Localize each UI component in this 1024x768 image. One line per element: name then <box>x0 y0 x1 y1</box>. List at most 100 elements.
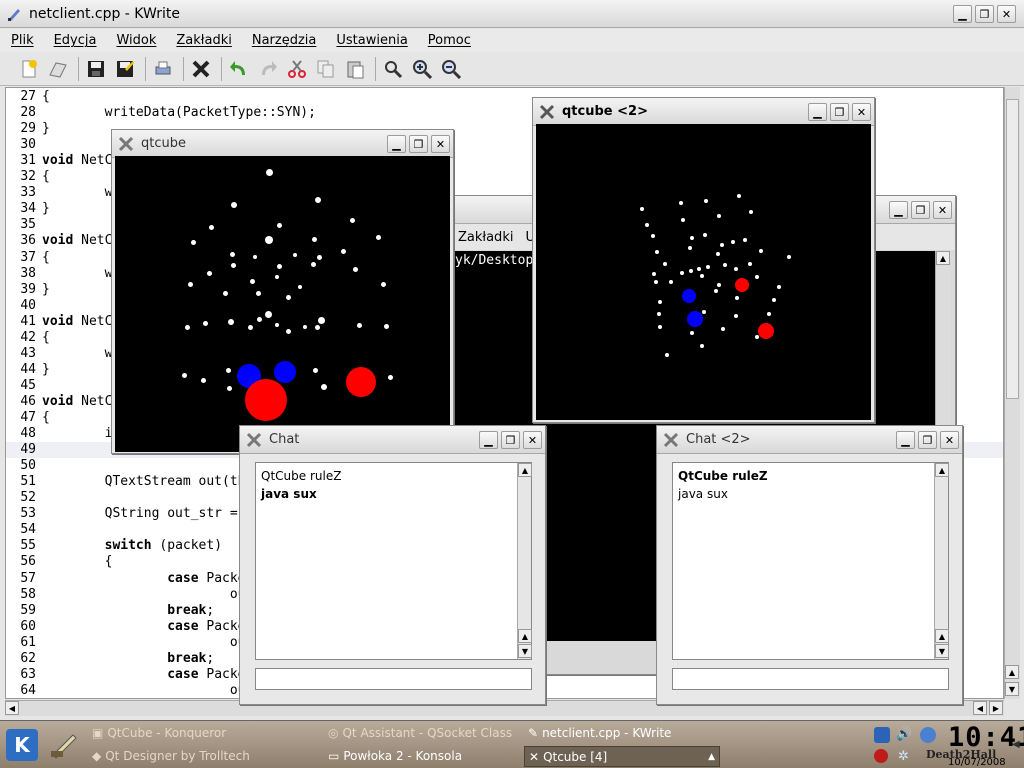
code-line: ou <box>42 586 246 602</box>
code-line: case Packe <box>167 666 246 682</box>
kwrite-titlebar[interactable]: netclient.cpp - KWrite ▁ ❐ ✕ <box>0 0 1024 28</box>
menu-plik[interactable]: Plik <box>11 33 34 48</box>
task-konsole[interactable]: ▭ Powłoka 2 - Konsola <box>328 749 462 763</box>
star-point <box>734 314 738 318</box>
kde-menu-icon[interactable]: K <box>6 729 38 761</box>
close-doc-icon[interactable] <box>188 56 214 82</box>
menu-edycja[interactable]: Edycja <box>54 33 97 48</box>
code-line: ou <box>42 634 246 650</box>
star-point <box>225 367 231 373</box>
qtcube-canvas[interactable] <box>115 156 450 452</box>
chat-scrollbar[interactable]: ▲ ▲ ▼ <box>934 463 949 659</box>
task-qtcube-group[interactable]: ✕ Qtcube [4] ▲ <box>524 746 720 767</box>
red-ball <box>346 367 376 397</box>
zoom-out-icon[interactable] <box>438 56 464 82</box>
star-point <box>293 253 297 257</box>
close-icon[interactable]: ✕ <box>523 431 542 449</box>
task-qt-designer[interactable]: ◆ Qt Designer by Trolltech <box>92 749 250 763</box>
chat-titlebar[interactable]: Chat ▁ ❐ ✕ <box>240 426 545 454</box>
star-point <box>721 327 725 331</box>
print-icon[interactable] <box>150 56 176 82</box>
find-replace-icon[interactable] <box>380 56 406 82</box>
task-konqueror[interactable]: ▣ QtCube - Konqueror <box>92 726 226 740</box>
code-line: void NetCl <box>42 393 121 409</box>
close-icon[interactable]: ✕ <box>997 5 1016 23</box>
qtcube-titlebar[interactable]: qtcube ▁ ❐ ✕ <box>112 130 453 158</box>
menu-pomoc[interactable]: Pomoc <box>428 33 471 48</box>
scroll-up-arrow-icon[interactable]: ▲ <box>936 251 950 265</box>
settings-icon[interactable]: ✲ <box>898 749 909 764</box>
save-as-icon[interactable] <box>112 56 138 82</box>
chat-scrollbar[interactable]: ▲ ▲ ▼ <box>517 463 532 659</box>
volume-icon[interactable]: 🔊 <box>896 727 912 743</box>
open-file-icon[interactable] <box>45 56 71 82</box>
qtcube-2-canvas[interactable] <box>536 124 871 420</box>
chat-history[interactable]: QtCube ruleZ java sux ▲ ▲ ▼ <box>255 462 532 660</box>
maximize-icon[interactable]: ❐ <box>975 5 994 23</box>
menu-narzedzia[interactable]: Narzędzia <box>252 33 317 48</box>
chat-2-titlebar[interactable]: Chat <2> ▁ ❐ ✕ <box>657 426 962 454</box>
save-icon[interactable] <box>83 56 109 82</box>
power-icon[interactable] <box>874 749 888 763</box>
scroll-left-arrow-icon[interactable]: ◀ <box>973 701 987 715</box>
scroll-up-arrow-icon[interactable]: ▲ <box>518 629 532 643</box>
menu-widok[interactable]: Widok <box>116 33 156 48</box>
minimize-icon[interactable]: ▁ <box>808 103 827 121</box>
close-icon[interactable]: ✕ <box>940 431 959 449</box>
maximize-icon[interactable]: ❐ <box>911 201 930 219</box>
editor-vertical-scrollbar[interactable]: ▲ ▼ <box>1004 87 1020 699</box>
desktop-icon[interactable] <box>46 729 82 761</box>
menu-ustawienia[interactable]: Ustawienia <box>336 33 407 48</box>
red-ball <box>245 379 287 421</box>
scroll-down-arrow-icon[interactable]: ▼ <box>935 644 949 658</box>
task-qt-assistant[interactable]: ◎ Qt Assistant - QSocket Class <box>328 726 512 740</box>
star-point <box>275 323 279 327</box>
paste-icon[interactable] <box>342 56 368 82</box>
scroll-down-arrow-icon[interactable]: ▼ <box>518 644 532 658</box>
copy-icon[interactable] <box>313 56 339 82</box>
taskbar-arrow-icon[interactable]: ◀ <box>1012 739 1020 750</box>
scroll-down-arrow-icon[interactable]: ▼ <box>1005 682 1019 696</box>
star-point <box>247 324 253 330</box>
red-ball <box>758 323 774 339</box>
maximize-icon[interactable]: ❐ <box>409 135 428 153</box>
scroll-up-arrow-icon[interactable]: ▲ <box>935 629 949 643</box>
menu-zakladki[interactable]: Zakładki <box>458 230 513 245</box>
task-kwrite[interactable]: ✎ netclient.cpp - KWrite <box>528 726 671 740</box>
line-number: 42 <box>20 329 36 345</box>
scroll-up-arrow-icon[interactable]: ▲ <box>1005 665 1019 679</box>
klipper-icon[interactable] <box>874 727 890 743</box>
chat-input[interactable] <box>672 668 949 690</box>
chat-history[interactable]: QtCube ruleZ java sux ▲ ▲ ▼ <box>672 462 949 660</box>
menu-zakladki[interactable]: Zakładki <box>176 33 231 48</box>
minimize-icon[interactable]: ▁ <box>479 431 498 449</box>
minimize-icon[interactable]: ▁ <box>889 201 908 219</box>
star-point <box>655 250 659 254</box>
chat-input[interactable] <box>255 668 532 690</box>
star-point <box>317 316 325 324</box>
minimize-icon[interactable]: ▁ <box>896 431 915 449</box>
maximize-icon[interactable]: ❐ <box>830 103 849 121</box>
scroll-up-arrow-icon[interactable]: ▲ <box>935 463 949 477</box>
line-number: 61 <box>20 634 36 650</box>
qtcube-2-titlebar[interactable]: qtcube <2> ▁ ❐ ✕ <box>533 98 874 126</box>
scroll-up-arrow-icon[interactable]: ▲ <box>518 463 532 477</box>
close-icon[interactable]: ✕ <box>431 135 450 153</box>
close-icon[interactable]: ✕ <box>933 201 952 219</box>
undo-icon[interactable] <box>226 56 252 82</box>
redo-icon[interactable] <box>255 56 281 82</box>
star-point <box>298 285 302 289</box>
close-icon[interactable]: ✕ <box>852 103 871 121</box>
maximize-icon[interactable]: ❐ <box>501 431 520 449</box>
network-icon[interactable] <box>920 727 936 743</box>
zoom-in-icon[interactable] <box>409 56 435 82</box>
scroll-right-arrow-icon[interactable]: ▶ <box>989 701 1003 715</box>
scroll-thumb[interactable] <box>1006 99 1019 399</box>
minimize-icon[interactable]: ▁ <box>953 5 972 23</box>
minimize-icon[interactable]: ▁ <box>387 135 406 153</box>
line-number: 30 <box>20 137 36 153</box>
maximize-icon[interactable]: ❐ <box>918 431 937 449</box>
cut-icon[interactable] <box>284 56 310 82</box>
new-file-icon[interactable] <box>16 56 42 82</box>
scroll-left-arrow-icon[interactable]: ◀ <box>5 701 19 715</box>
